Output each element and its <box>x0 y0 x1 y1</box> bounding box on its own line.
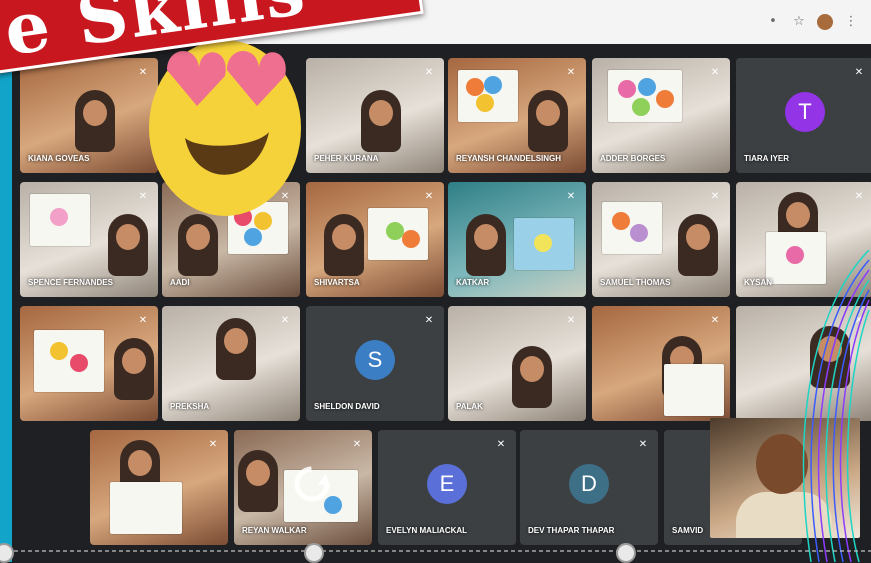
drawing-sheet <box>458 70 518 122</box>
participant-name: SPENCE FERNANDES <box>28 278 113 287</box>
participant-name: SHIVARTSA <box>314 278 360 287</box>
mic-off-icon: ✕ <box>208 439 218 450</box>
mic-off-icon: ✕ <box>352 439 362 450</box>
participant-tile[interactable]: S ✕ SHELDON DAVID <box>306 306 444 421</box>
participant-video <box>178 214 218 276</box>
drawing-sheet <box>608 70 682 122</box>
participant-name: SHELDON DAVID <box>314 402 380 411</box>
participant-name: PEHER KURANA <box>314 154 379 163</box>
decorative-lines <box>802 250 870 562</box>
drawing-sheet <box>514 218 574 270</box>
participant-name: KATKAR <box>456 278 490 287</box>
mic-off-icon: ✕ <box>854 67 864 78</box>
mic-off-icon: ✕ <box>566 67 576 78</box>
drawing-sheet <box>30 194 90 246</box>
mic-off-icon: ✕ <box>638 439 648 450</box>
mic-off-icon: ✕ <box>496 439 506 450</box>
participant-tile[interactable]: ✕ KATKAR <box>448 182 586 297</box>
participant-tile[interactable]: ✕ REYANSH CHANDELSINGH <box>448 58 586 173</box>
participant-avatar: S <box>355 340 395 380</box>
participant-avatar: E <box>427 464 467 504</box>
drawing-sheet <box>368 208 428 260</box>
participant-video <box>361 90 401 152</box>
profile-avatar[interactable] <box>817 14 833 30</box>
dot-middle <box>304 543 324 563</box>
drawing-sheet <box>110 482 182 534</box>
participant-name: PALAK <box>456 402 483 411</box>
mic-off-icon: ✕ <box>566 191 576 202</box>
heart-eyes-emoji-icon <box>149 40 301 216</box>
participant-name: DEV THAPAR THAPAR <box>528 526 615 535</box>
participant-video <box>324 214 364 276</box>
mic-off-icon: ✕ <box>138 315 148 326</box>
mic-off-icon: ✕ <box>710 191 720 202</box>
participant-video <box>678 214 718 276</box>
participant-tile[interactable]: ✕ PREKSHA <box>162 306 300 421</box>
participant-video <box>512 346 552 408</box>
participant-avatar: D <box>569 464 609 504</box>
participant-name: SAMVID <box>672 526 704 535</box>
mic-off-icon: ✕ <box>424 191 434 202</box>
star-icon[interactable]: ☆ <box>791 14 807 30</box>
participant-tile[interactable]: ✕ <box>592 306 730 421</box>
mic-off-icon: ✕ <box>710 315 720 326</box>
mic-off-icon: ✕ <box>710 67 720 78</box>
accent-strip <box>0 0 12 562</box>
more-icon[interactable]: • <box>765 14 781 30</box>
participant-tile[interactable]: ✕ SPENCE FERNANDES <box>20 182 158 297</box>
participant-tile[interactable]: ✕ <box>90 430 228 545</box>
participant-name: ADDER BORGES <box>600 154 666 163</box>
drawing-sheet <box>34 330 104 392</box>
participant-video <box>238 450 278 512</box>
mic-off-icon: ✕ <box>854 191 864 202</box>
toolbar-icons: • ☆ ⋮ <box>765 14 859 30</box>
participant-name: REYAN WALKAR <box>242 526 307 535</box>
mic-off-icon: ✕ <box>424 67 434 78</box>
participant-tile[interactable]: ✕ SAMUEL THOMAS <box>592 182 730 297</box>
participant-name: EVELYN MALIACKAL <box>386 526 468 535</box>
participant-name: AADI <box>170 278 190 287</box>
participant-name: KIANA GOVEAS <box>28 154 90 163</box>
participant-tile[interactable]: ✕ PALAK <box>448 306 586 421</box>
participant-tile[interactable]: ✕ SHIVARTSA <box>306 182 444 297</box>
participant-tile[interactable]: D ✕ DEV THAPAR THAPAR <box>520 430 658 545</box>
participant-video <box>108 214 148 276</box>
drawing-sheet <box>602 202 662 254</box>
participant-name: TIARA IYER <box>744 154 790 163</box>
participant-video <box>466 214 506 276</box>
participant-video <box>216 318 256 380</box>
participant-tile[interactable]: ✕ ADDER BORGES <box>592 58 730 173</box>
mic-off-icon: ✕ <box>280 315 290 326</box>
participant-video <box>114 338 154 400</box>
dot-right <box>616 543 636 563</box>
participant-tile[interactable]: T ✕ TIARA IYER <box>736 58 871 173</box>
participant-tile[interactable]: ✕ PEHER KURANA <box>306 58 444 173</box>
participant-name: REYANSH CHANDELSINGH <box>456 154 562 163</box>
menu-icon[interactable]: ⋮ <box>843 14 859 30</box>
mic-off-icon: ✕ <box>566 315 576 326</box>
participant-tile[interactable]: ✕ KIANA GOVEAS <box>20 58 158 173</box>
drawing-sheet <box>664 364 724 416</box>
participant-video <box>75 90 115 152</box>
refresh-icon <box>294 466 330 502</box>
participant-name: PREKSHA <box>170 402 210 411</box>
participant-tile[interactable]: E ✕ EVELYN MALIACKAL <box>378 430 516 545</box>
bottom-divider <box>0 550 871 552</box>
participant-tile[interactable]: ✕ <box>20 306 158 421</box>
participant-name: SAMUEL THOMAS <box>600 278 671 287</box>
mic-off-icon: ✕ <box>424 315 434 326</box>
participant-video <box>528 90 568 152</box>
participant-avatar: T <box>785 92 825 132</box>
